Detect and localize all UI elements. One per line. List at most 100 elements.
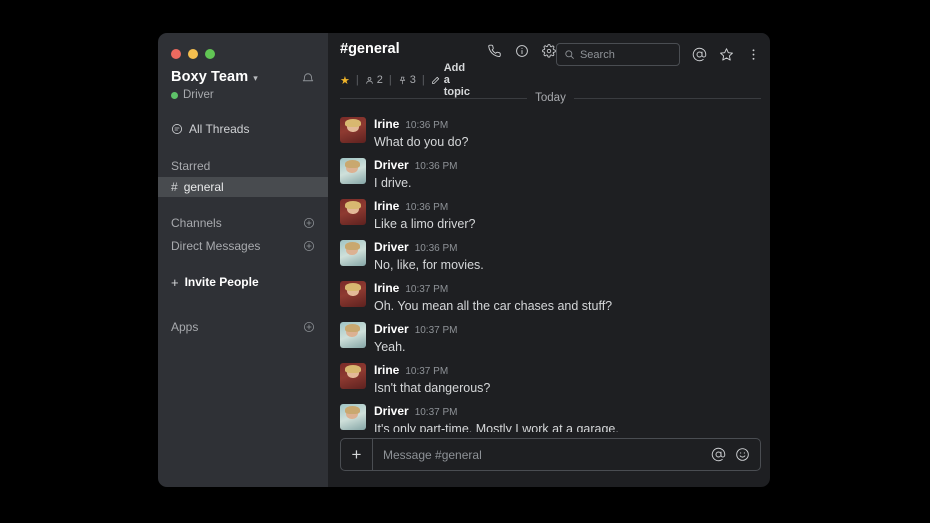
message-author[interactable]: Driver [374,404,409,418]
pencil-icon [431,76,440,85]
message-list[interactable]: · · · Today Irine 10:36 PM What do you d… [328,79,770,432]
screen-background: Boxy Team ▾ Driver All Threads Starred #… [0,0,930,523]
team-switcher[interactable]: Boxy Team ▾ [171,69,258,85]
message-row: Driver 10:37 PM Yeah. [340,322,761,356]
avatar[interactable] [340,281,366,307]
message-timestamp: 10:37 PM [414,325,458,336]
notifications-button[interactable] [301,72,315,86]
attach-plus-button[interactable]: + [341,439,373,470]
bell-icon [301,72,315,86]
message-author[interactable]: Irine [374,117,399,131]
sidebar-item-general[interactable]: # general [158,177,328,197]
message-text: I drive. [374,176,412,190]
add-topic-label: Add a topic [443,62,470,98]
message-author[interactable]: Driver [374,240,409,254]
member-count-value: 2 [376,74,383,86]
apps-label: Apps [171,319,199,334]
pin-icon [398,76,407,85]
maximize-window-button[interactable] [205,48,215,59]
message-author[interactable]: Driver [374,158,409,172]
section-header-starred: Starred [158,155,328,177]
pin-count-value: 3 [409,74,416,86]
sidebar-item-apps[interactable]: Apps [158,315,328,338]
message-composer[interactable]: + Message #general [340,438,761,471]
avatar[interactable] [340,199,366,225]
date-divider-label: Today [535,92,566,104]
search-input[interactable]: Search [555,43,680,66]
message-row: Irine 10:37 PM Oh. You mean all the car … [340,281,761,315]
invite-people-label: Invite People [184,275,259,289]
sidebar-item-all-threads[interactable]: All Threads [158,117,328,141]
kebab-menu-icon[interactable] [746,47,761,62]
star-filled-icon[interactable]: ★ [340,74,350,87]
message-text: It's only part-time. Mostly I work at a … [374,422,619,432]
threads-icon [171,123,183,135]
message-input-placeholder: Message #general [383,447,482,462]
user-presence[interactable]: Driver [171,89,258,101]
app-window: Boxy Team ▾ Driver All Threads Starred #… [158,33,770,487]
message-author[interactable]: Irine [374,281,399,295]
composer-icons [711,447,760,462]
presence-online-icon [171,91,178,99]
search-placeholder: Search [579,48,615,61]
add-direct-message-button[interactable] [303,240,315,252]
sidebar-item-channels[interactable]: Channels [158,211,328,234]
pin-count[interactable]: 3 [398,74,416,86]
message-text: No, like, for movies. [374,258,484,272]
message-timestamp: 10:37 PM [414,407,458,418]
message-author[interactable]: Irine [374,363,399,377]
current-user-name: Driver [183,89,214,101]
message-text: Isn't that dangerous? [374,381,491,395]
avatar[interactable] [340,240,366,266]
starred-label: Starred [171,159,211,173]
emoji-icon[interactable] [735,447,750,462]
message-author[interactable]: Irine [374,199,399,213]
phone-icon[interactable] [488,44,502,58]
message-row: Driver 10:37 PM It's only part-time. Mos… [340,404,761,432]
sidebar-item-direct-messages[interactable]: Direct Messages [158,234,328,257]
meta-separator-3: | [421,74,425,86]
message-row: Driver 10:36 PM No, like, for movies. [340,240,761,274]
window-traffic-lights [158,33,328,63]
team-name: Boxy Team [171,69,249,85]
star-outline-icon[interactable] [719,47,734,62]
info-circle-icon[interactable] [515,44,529,58]
message-text: Yeah. [374,340,406,354]
message-timestamp: 10:36 PM [414,243,458,254]
divider-line-right [573,97,761,99]
message-row: Irine 10:36 PM Like a limo driver? [340,199,761,233]
avatar[interactable] [340,404,366,430]
message-author[interactable]: Driver [374,322,409,336]
meta-separator: | [355,74,359,86]
message-row: Irine 10:36 PM What do you do? [340,117,761,151]
channels-label: Channels [171,215,222,230]
channel-name-label: general [183,180,224,194]
minimize-window-button[interactable] [188,48,198,59]
add-topic-button[interactable]: Add a topic [431,62,470,98]
mention-icon[interactable] [711,447,726,462]
plus-icon: + [171,274,179,290]
channel-header: #general ★ | 2 | 3 | Add a topic Search [328,33,770,98]
close-window-button[interactable] [171,48,181,59]
message-timestamp: 10:36 PM [405,202,449,213]
mention-icon[interactable] [692,47,707,62]
avatar[interactable] [340,363,366,389]
message-timestamp: 10:36 PM [405,120,449,131]
header-right-actions: Search [555,43,761,66]
gear-icon[interactable] [542,44,556,58]
sidebar: Boxy Team ▾ Driver All Threads Starred #… [158,33,328,487]
message-timestamp: 10:37 PM [405,284,449,295]
header-actions [488,44,556,58]
message-row: Irine 10:37 PM Isn't that dangerous? [340,363,761,397]
member-count[interactable]: 2 [365,74,383,86]
avatar[interactable] [340,322,366,348]
avatar[interactable] [340,117,366,143]
hash-icon: # [171,180,178,194]
chevron-down-icon: ▾ [253,72,258,83]
avatar[interactable] [340,158,366,184]
message-input[interactable]: Message #general [373,448,711,462]
all-threads-label: All Threads [189,122,250,136]
add-app-button[interactable] [303,321,315,333]
add-channel-button[interactable] [303,217,315,229]
invite-people-button[interactable]: + Invite People [158,271,328,293]
